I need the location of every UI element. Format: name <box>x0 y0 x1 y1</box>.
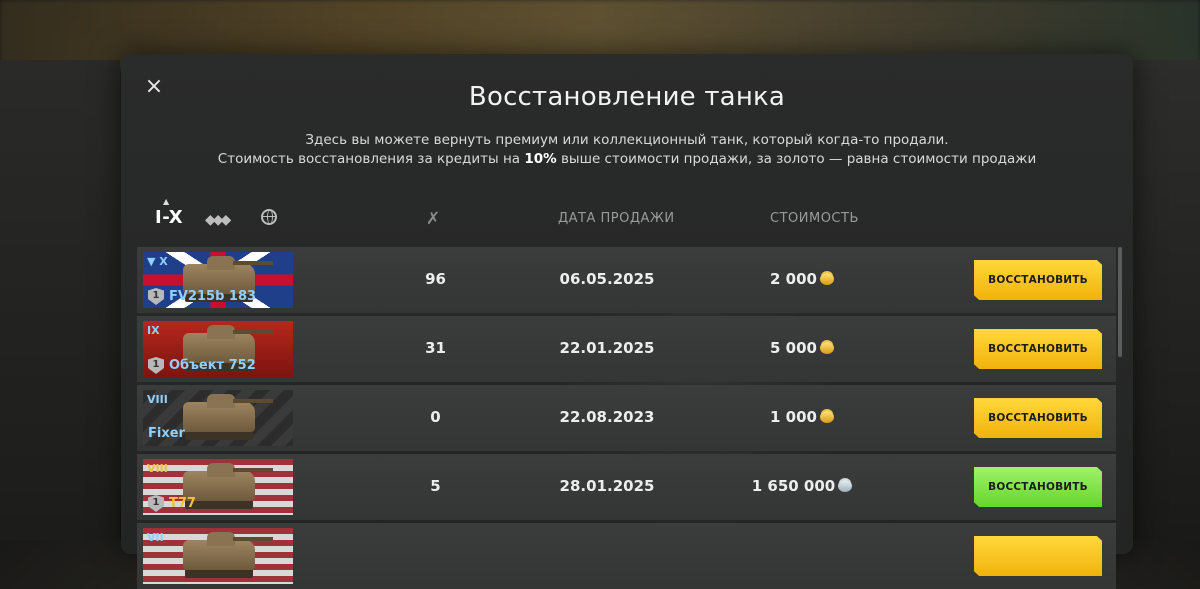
battles-count-value: 96 <box>425 270 446 288</box>
cost-header[interactable]: СТОИМОСТЬ <box>770 211 859 226</box>
tank-thumbnail: VIII Fixer <box>143 390 293 446</box>
battles-count-value: 31 <box>425 339 446 357</box>
tank-row[interactable]: VIII 1 T77 5 28.01.2025 1 650 000 ВОССТАНОВИТЬ <box>137 454 1116 520</box>
restore-cost-value: 1 000 <box>770 408 817 426</box>
sale-date-value: 22.08.2023 <box>559 408 655 426</box>
background-right <box>1132 60 1200 540</box>
tank-row[interactable]: IX 1 Объект 752 31 22.01.2025 5 000 ВОССТАНОВИ… <box>137 316 1116 382</box>
tier-filter[interactable]: ▲ I-X <box>155 197 184 228</box>
sale-date: 06.05.2025 <box>537 270 677 288</box>
tank-tier: VII <box>147 531 164 544</box>
modal-title: Восстановление танка <box>468 82 786 112</box>
restore-button[interactable] <box>974 536 1102 576</box>
tank-thumbnail: IX 1 Объект 752 <box>143 321 293 377</box>
credits-icon <box>838 480 853 492</box>
tank-row[interactable]: VII <box>137 523 1116 589</box>
battles-count: 96 <box>408 270 463 288</box>
restore-cost: 5 000 <box>727 339 877 357</box>
battles-count: 31 <box>408 339 463 357</box>
battles-count-value: 5 <box>430 477 441 495</box>
tank-row[interactable]: ▼ X 1 FV215b 183 96 06.05.2025 2 000 ВОССТАНОВ… <box>137 247 1116 313</box>
sale-date: 22.01.2025 <box>537 339 677 357</box>
battles-count-value: 0 <box>430 408 441 426</box>
tank-name: 1 Объект 752 <box>148 357 256 374</box>
tank-tier: VIII <box>147 462 168 475</box>
tank-name-label: Fixer <box>148 426 185 441</box>
battles-count: 5 <box>408 477 463 495</box>
modal-description: Здесь вы можете вернуть премиум или колл… <box>121 131 1133 169</box>
gold-icon <box>819 342 834 354</box>
restore-cost-value: 1 650 000 <box>751 477 836 495</box>
gold-icon <box>819 273 834 285</box>
tank-name: Fixer <box>148 426 185 441</box>
sale-date-value: 22.01.2025 <box>559 339 655 357</box>
restore-button[interactable]: ВОССТАНОВИТЬ <box>974 329 1102 369</box>
tank-name: 1 T77 <box>148 495 196 512</box>
description-line-2: Стоимость восстановления за кредиты на 1… <box>217 151 1037 167</box>
sale-date-value: 06.05.2025 <box>559 270 655 288</box>
tank-row[interactable]: VIII Fixer 0 22.08.2023 1 000 ВОССТАНОВИТЬ <box>137 385 1116 451</box>
tank-image <box>183 532 273 570</box>
background-left <box>0 60 120 540</box>
sale-date-value: 28.01.2025 <box>559 477 655 495</box>
tank-tier: ▼ X <box>147 255 168 268</box>
tank-tier: IX <box>147 324 160 337</box>
restore-cost-value: 2 000 <box>770 270 817 288</box>
tank-name-label: FV215b 183 <box>169 289 257 304</box>
restore-cost: 1 650 000 <box>727 477 877 495</box>
tank-name-label: T77 <box>169 496 196 511</box>
tank-thumbnail: VII <box>143 528 293 584</box>
mastery-badge-icon: 1 <box>148 288 164 305</box>
battles-column-icon[interactable]: ✗ <box>426 209 441 229</box>
sort-caret-icon: ▲ <box>163 197 170 206</box>
restore-cost-value: 5 000 <box>770 339 817 357</box>
restore-cost: 1 000 <box>727 408 877 426</box>
tier-filter-label: I-X <box>155 207 184 228</box>
restore-cost: 2 000 <box>727 270 877 288</box>
sale-date: 28.01.2025 <box>537 477 677 495</box>
mastery-badge-icon: 1 <box>148 357 164 374</box>
tank-tier: VIII <box>147 393 168 406</box>
nation-filter-icon[interactable] <box>261 209 277 225</box>
tank-name-label: Объект 752 <box>169 358 256 373</box>
restore-button[interactable]: ВОССТАНОВИТЬ <box>974 467 1102 507</box>
restore-button[interactable]: ВОССТАНОВИТЬ <box>974 260 1102 300</box>
tank-name: 1 FV215b 183 <box>148 288 256 305</box>
class-filter-icon[interactable]: ◆◆◆ <box>205 212 231 228</box>
tank-image <box>183 394 273 432</box>
tank-thumbnail: ▼ X 1 FV215b 183 <box>143 252 293 308</box>
sale-date: 22.08.2023 <box>537 408 677 426</box>
description-line-1: Здесь вы можете вернуть премиум или колл… <box>305 132 949 148</box>
restore-tank-modal: × Восстановление танка Здесь вы можете в… <box>121 54 1133 589</box>
battles-count: 0 <box>408 408 463 426</box>
gold-icon <box>819 411 834 423</box>
scrollbar[interactable] <box>1118 247 1122 357</box>
restore-button[interactable]: ВОССТАНОВИТЬ <box>974 398 1102 438</box>
mastery-badge-icon: 1 <box>148 495 164 512</box>
sale-date-header[interactable]: ДАТА ПРОДАЖИ <box>558 211 675 226</box>
tank-thumbnail: VIII 1 T77 <box>143 459 293 515</box>
